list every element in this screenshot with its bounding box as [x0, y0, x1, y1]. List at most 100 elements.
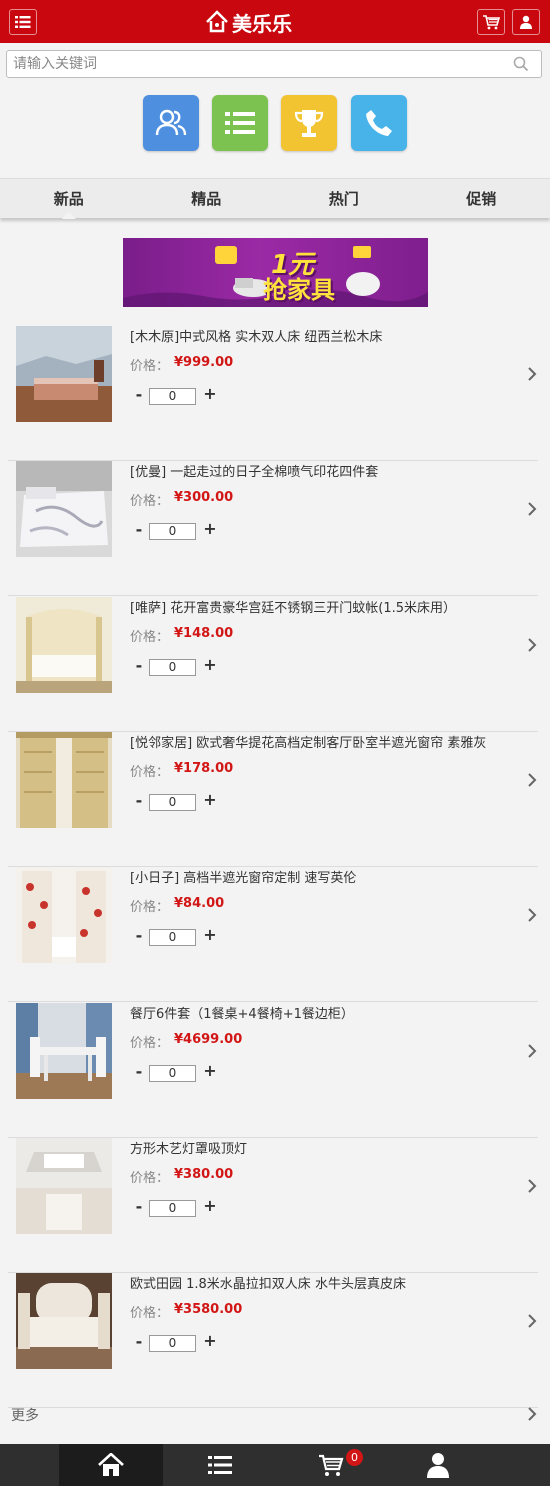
quantity-field[interactable]: 0 [149, 929, 196, 946]
price-label: 价格： [130, 765, 170, 780]
list-item[interactable]: [优曼] 一起走过的日子全棉喷气印花四件套 价格： ¥300.00 - 0 + [0, 461, 550, 596]
product-image[interactable] [16, 597, 112, 693]
quantity-field[interactable]: 0 [149, 794, 196, 811]
decrease-button[interactable]: - [133, 385, 145, 404]
tab-hot[interactable]: 热门 [275, 179, 413, 218]
nav-account[interactable] [386, 1444, 490, 1486]
quantity-field[interactable]: 0 [149, 388, 196, 405]
shortcut-ranking[interactable] [281, 95, 337, 151]
product-image[interactable] [16, 461, 112, 557]
decrease-button[interactable]: - [133, 1332, 145, 1351]
product-image[interactable] [16, 867, 112, 963]
chevron-right-icon[interactable] [527, 366, 537, 382]
chevron-right-icon[interactable] [527, 1043, 537, 1059]
product-title[interactable]: 餐厅6件套（1餐桌+4餐椅+1餐边柜） [130, 1003, 530, 1022]
product-price: ¥84.00 [174, 896, 225, 911]
list-item[interactable]: 方形木艺灯罩吸顶灯 价格： ¥380.00 - 0 + [0, 1138, 550, 1273]
decrease-button[interactable]: - [133, 1062, 145, 1081]
search-icon[interactable] [513, 56, 529, 72]
user-icon [427, 1453, 449, 1478]
product-price: ¥300.00 [174, 490, 234, 505]
product-price: ¥4699.00 [174, 1032, 243, 1047]
list-item[interactable]: 欧式田园 1.8米水晶拉扣双人床 水牛头层真皮床 价格： ¥3580.00 - … [0, 1273, 550, 1408]
list-icon [225, 112, 255, 134]
shortcut-members[interactable] [143, 95, 199, 151]
nav-categories[interactable] [168, 1444, 272, 1486]
price-label: 价格： [130, 1171, 170, 1186]
search-bar [6, 50, 542, 78]
phone-icon [366, 110, 392, 136]
users-icon [155, 109, 187, 136]
menu-button[interactable] [9, 9, 37, 35]
cart-icon [483, 15, 500, 30]
promo-banner[interactable]: 1元 抢家具 [123, 238, 428, 307]
user-button[interactable] [512, 9, 540, 35]
tab-new[interactable]: 新品 [0, 179, 138, 219]
tab-promotion[interactable]: 促销 [413, 179, 550, 218]
product-title[interactable]: 方形木艺灯罩吸顶灯 [130, 1138, 530, 1157]
product-title[interactable]: [木木原]中式风格 实木双人床 纽西兰松木床 [130, 326, 530, 345]
app-header: 美乐乐 [0, 0, 550, 43]
list-item[interactable]: [小日子] 高档半遮光窗帘定制 速写英伦 价格： ¥84.00 - 0 + [0, 867, 550, 1002]
increase-button[interactable]: + [203, 1331, 217, 1350]
product-title[interactable]: [唯萨] 花开富贵豪华宫廷不锈钢三开门蚊帐(1.5米床用） [130, 597, 530, 616]
nav-home[interactable] [59, 1444, 163, 1486]
product-price: ¥178.00 [174, 761, 234, 776]
divider [8, 1001, 538, 1002]
nav-cart[interactable] [279, 1444, 383, 1486]
chevron-right-icon[interactable] [527, 1178, 537, 1194]
product-image[interactable] [16, 1138, 112, 1234]
increase-button[interactable]: + [203, 384, 217, 403]
search-input[interactable] [7, 51, 497, 77]
list-item[interactable]: [木木原]中式风格 实木双人床 纽西兰松木床 价格： ¥999.00 - 0 + [0, 326, 550, 461]
price-label: 价格： [130, 1036, 170, 1051]
quantity-field[interactable]: 0 [149, 1200, 196, 1217]
decrease-button[interactable]: - [133, 656, 145, 675]
category-tabs: 新品 精品 热门 促销 [0, 178, 550, 219]
cart-icon [319, 1454, 344, 1476]
increase-button[interactable]: + [203, 519, 217, 538]
increase-button[interactable]: + [203, 655, 217, 674]
bottom-nav [0, 1444, 550, 1486]
decrease-button[interactable]: - [133, 791, 145, 810]
increase-button[interactable]: + [203, 925, 217, 944]
price-label: 价格： [130, 900, 170, 915]
chevron-right-icon[interactable] [527, 907, 537, 923]
chevron-right-icon[interactable] [527, 637, 537, 653]
chevron-right-icon[interactable] [527, 1313, 537, 1329]
list-item[interactable]: [唯萨] 花开富贵豪华宫廷不锈钢三开门蚊帐(1.5米床用） 价格： ¥148.0… [0, 597, 550, 732]
list-item[interactable]: [悦邻家居] 欧式奢华提花高档定制客厅卧室半遮光窗帘 素雅灰 价格： ¥178.… [0, 732, 550, 867]
increase-button[interactable]: + [203, 1061, 217, 1080]
list-item[interactable]: 餐厅6件套（1餐桌+4餐椅+1餐边柜） 价格： ¥4699.00 - 0 + [0, 1003, 550, 1138]
product-image[interactable] [16, 1003, 112, 1099]
decrease-button[interactable]: - [133, 1197, 145, 1216]
chevron-right-icon[interactable] [527, 772, 537, 788]
logo[interactable]: 美乐乐 [204, 7, 292, 37]
tab-featured[interactable]: 精品 [138, 179, 276, 218]
quantity-field[interactable]: 0 [149, 659, 196, 676]
quantity-field[interactable]: 0 [149, 1065, 196, 1082]
increase-button[interactable]: + [203, 790, 217, 809]
cart-button[interactable] [477, 9, 505, 35]
quantity-field[interactable]: 0 [149, 1335, 196, 1352]
trophy-icon [294, 110, 324, 137]
price-label: 价格： [130, 630, 170, 645]
product-title[interactable]: [优曼] 一起走过的日子全棉喷气印花四件套 [130, 461, 530, 480]
house-logo-icon [206, 10, 228, 33]
decrease-button[interactable]: - [133, 926, 145, 945]
shortcut-categories[interactable] [212, 95, 268, 151]
increase-button[interactable]: + [203, 1196, 217, 1215]
product-image[interactable] [16, 326, 112, 422]
product-title[interactable]: [小日子] 高档半遮光窗帘定制 速写英伦 [130, 867, 530, 886]
shortcut-contact[interactable] [351, 95, 407, 151]
quantity-field[interactable]: 0 [149, 523, 196, 540]
product-image[interactable] [16, 732, 112, 828]
product-title[interactable]: [悦邻家居] 欧式奢华提花高档定制客厅卧室半遮光窗帘 素雅灰 [130, 732, 530, 751]
divider [8, 595, 538, 596]
chevron-right-icon[interactable] [527, 501, 537, 517]
decrease-button[interactable]: - [133, 520, 145, 539]
more-link[interactable]: 更多 [0, 1396, 550, 1432]
product-image[interactable] [16, 1273, 112, 1369]
product-title[interactable]: 欧式田园 1.8米水晶拉扣双人床 水牛头层真皮床 [130, 1273, 530, 1292]
banner-subheadline: 抢家具 [263, 276, 335, 304]
